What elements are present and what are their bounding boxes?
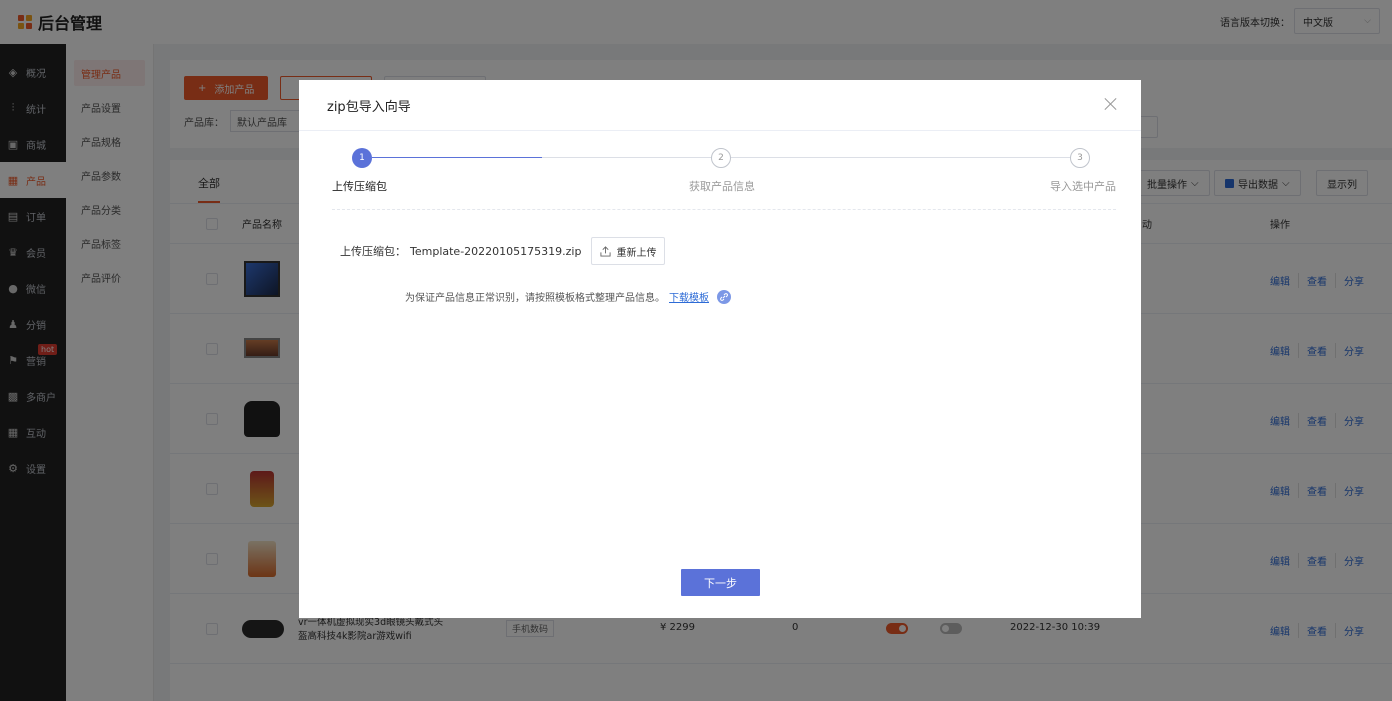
hint-text: 为保证产品信息正常识别，请按照模板格式整理产品信息。 (405, 293, 665, 304)
download-template-link[interactable]: 下载模板 (669, 289, 709, 304)
dialog-header: zip包导入向导 (299, 80, 1141, 131)
link-icon[interactable] (717, 289, 731, 304)
close-icon[interactable] (1103, 96, 1119, 112)
step-2-label: 获取产品信息 (689, 180, 755, 193)
zip-import-dialog: zip包导入向导 1 2 3 上传压缩包 获取产品信息 导入选中产品 上传压缩包… (299, 80, 1141, 618)
next-step-button[interactable]: 下一步 (681, 569, 760, 596)
step-1-label: 上传压缩包 (332, 180, 387, 193)
reupload-label: 重新上传 (616, 247, 657, 259)
upload-icon (600, 245, 611, 257)
reupload-button[interactable]: 重新上传 (591, 237, 666, 265)
step-progress-line (372, 157, 542, 158)
step-2-indicator: 2 (711, 148, 731, 168)
step-line (731, 157, 1070, 158)
step-3-label: 导入选中产品 (1050, 180, 1116, 193)
template-hint: 为保证产品信息正常识别，请按照模板格式整理产品信息。 下载模板 (405, 289, 731, 304)
file-name: Template-20220105175319.zip (410, 244, 582, 258)
step-line (542, 157, 711, 158)
step-1-indicator: 1 (352, 148, 372, 168)
import-steps: 1 2 3 上传压缩包 获取产品信息 导入选中产品 (332, 148, 1116, 210)
dialog-title: zip包导入向导 (327, 99, 411, 115)
upload-row: 上传压缩包： Template-20220105175319.zip 重新上传 (340, 237, 666, 265)
upload-label: 上传压缩包： (340, 245, 406, 258)
step-3-indicator: 3 (1070, 148, 1090, 168)
